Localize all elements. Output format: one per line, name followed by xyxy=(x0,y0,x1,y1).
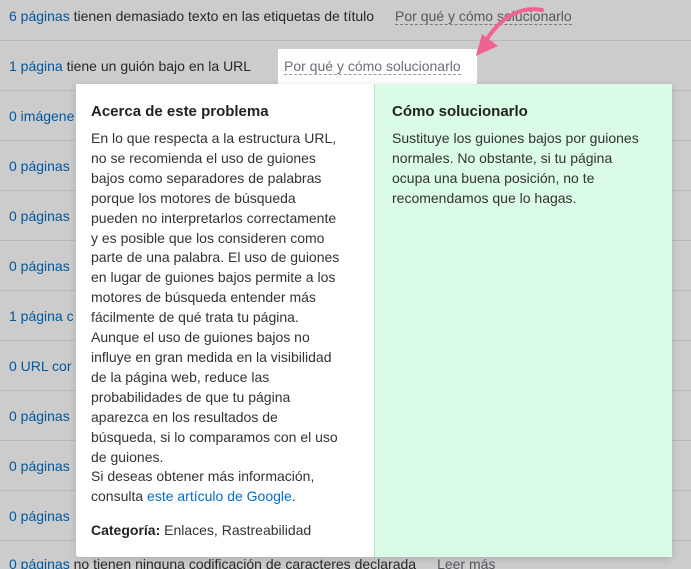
text-line: normales. No obstante, si tu página xyxy=(392,149,613,166)
text-line: Sustituye los guiones bajos por guiones xyxy=(392,130,639,146)
about-problem-panel: Acerca de este problema En lo que respec… xyxy=(76,84,374,557)
text-line: probabilidades de que tu página xyxy=(91,388,291,405)
text-line: pueden no interpretarlos correctamente xyxy=(91,209,337,226)
text-line: influye en gran medida en la visibilidad xyxy=(91,348,332,365)
why-how-fix-link-active[interactable]: Por qué y cómo solucionarlo xyxy=(284,58,461,75)
text-fragment: . xyxy=(291,488,296,505)
pink-curved-arrow-icon xyxy=(476,7,544,56)
active-trigger: Por qué y cómo solucionarlo xyxy=(278,49,477,85)
text-line: parte de una palabra. El uso de guiones xyxy=(91,249,340,266)
text-line: búsqueda, si lo comparamos con el uso xyxy=(91,428,338,445)
text-line: de guiones. xyxy=(91,448,164,465)
text-line: consulta este artículo de Google. xyxy=(91,487,360,507)
text-fragment: consulta xyxy=(91,488,148,505)
text-line: Aunque el uso de guiones bajos no xyxy=(91,329,310,346)
text-line: no se recomienda el uso de guiones xyxy=(91,149,316,166)
text-line: aparezca en los resultados de xyxy=(91,408,278,425)
google-article-link[interactable]: este artículo de Google xyxy=(147,488,292,504)
text-line: motores de búsqueda entender más xyxy=(91,289,316,306)
about-text: En lo que respecta a la estructura URL, … xyxy=(91,129,360,507)
text-line: fácilmente de qué trata tu página. xyxy=(91,309,299,326)
text-line: porque los motores de búsqueda xyxy=(91,189,296,206)
text-line: recomendamos que lo hagas. xyxy=(392,189,577,206)
about-title: Acerca de este problema xyxy=(91,103,269,120)
text-line: en lugar de guiones bajos permite a los xyxy=(91,269,336,286)
text-line: de la página web, reduce las xyxy=(91,368,270,385)
text-line: En lo que respecta a la estructura URL, xyxy=(91,130,337,146)
category-line: Categoría: Enlaces, Rastreabilidad xyxy=(91,521,311,539)
text-line: bajos como separadores de palabras xyxy=(91,169,322,186)
category-value: Enlaces, Rastreabilidad xyxy=(160,522,312,538)
how-to-fix-panel: Cómo solucionarlo Sustituye los guiones … xyxy=(374,84,672,557)
text-line: y es posible que los consideren como xyxy=(91,229,325,246)
text-line: ocupa una buena posición, no te xyxy=(392,169,595,186)
issue-help-popup: Acerca de este problema En lo que respec… xyxy=(76,84,672,557)
text-line: Si deseas obtener más información, xyxy=(91,468,315,485)
fix-text: Sustituye los guiones bajos por guiones … xyxy=(392,129,658,209)
category-label: Categoría: xyxy=(91,522,161,538)
fix-title: Cómo solucionarlo xyxy=(392,103,528,120)
